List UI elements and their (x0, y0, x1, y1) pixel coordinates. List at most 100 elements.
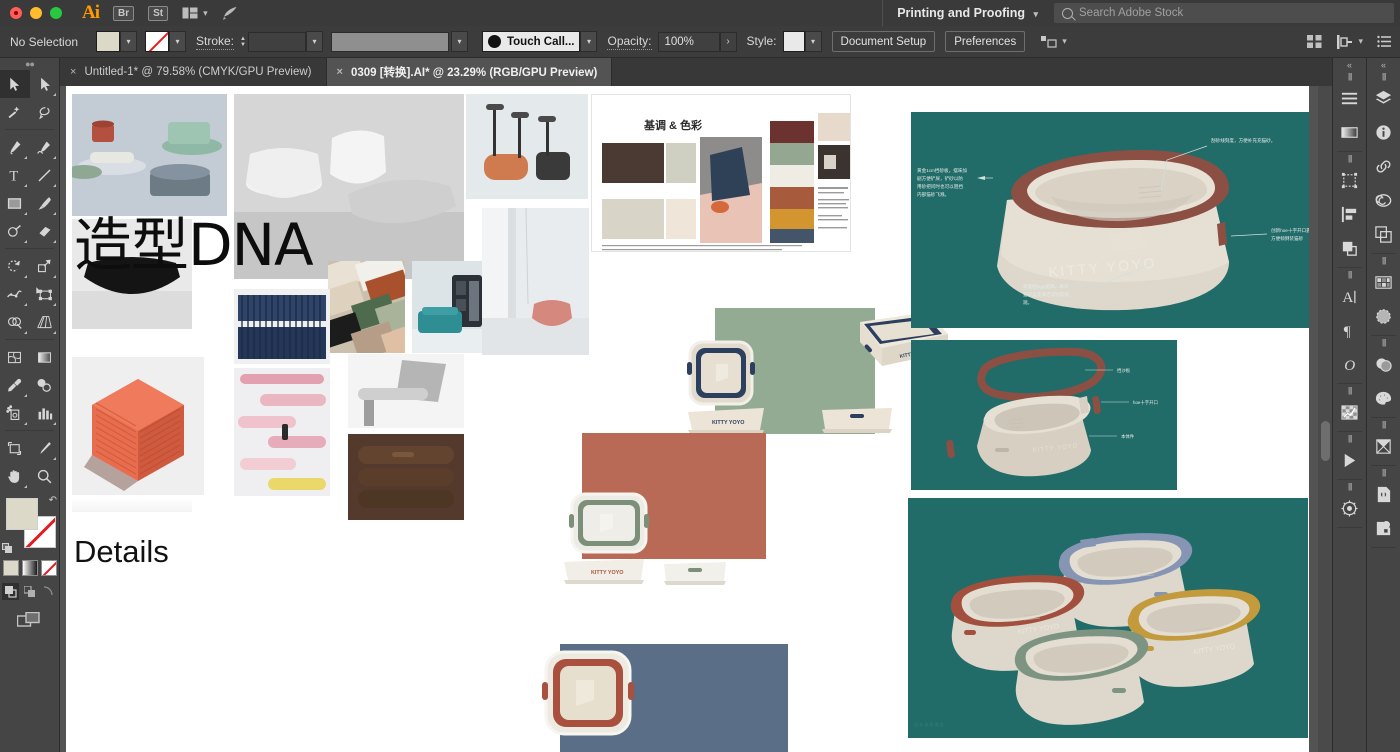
separations-preview-icon[interactable] (1367, 429, 1400, 463)
panel-group-grip[interactable]: |||||| (1367, 468, 1400, 477)
moodboard-image-leather-detail[interactable] (348, 434, 464, 520)
stroke-stepper[interactable]: ▲▼ (240, 36, 246, 48)
tab-0309[interactable]: × 0309 [转换].AI* @ 23.29% (RGB/GPU Previe… (327, 58, 613, 86)
style-dropdown-icon[interactable]: ▾ (805, 31, 822, 52)
mesh-tool[interactable] (0, 343, 30, 371)
more-options-icon[interactable] (1377, 35, 1392, 48)
workspace-switcher[interactable]: Printing and Proofing ▾ (882, 0, 1044, 27)
variable-width-profile[interactable] (331, 32, 449, 52)
tab-untitled-1[interactable]: × Untitled-1* @ 79.58% (CMYK/GPU Preview… (60, 58, 327, 86)
line-segment-tool[interactable] (30, 161, 60, 189)
width-profile-dropdown-icon[interactable]: ▾ (451, 31, 468, 52)
shape-builder-tool[interactable] (0, 308, 30, 336)
panel-group-grip[interactable]: |||||| (1367, 256, 1400, 265)
gradient-tool[interactable] (30, 343, 60, 371)
links-icon[interactable] (1367, 149, 1400, 183)
perspective-grid-tool[interactable] (30, 308, 60, 336)
colorway-slate-products[interactable]: KITTY YOYO (536, 634, 806, 752)
minimize-window-button[interactable] (30, 7, 42, 19)
glyphs-icon[interactable]: O (1333, 347, 1366, 381)
discover-icon[interactable] (222, 6, 239, 21)
window-controls[interactable] (0, 7, 62, 19)
collapse-panels-icon[interactable]: « (1333, 58, 1366, 72)
libraries-icon[interactable] (1367, 183, 1400, 217)
brush-definition-control[interactable]: Touch Call... (482, 31, 581, 52)
preferences-button[interactable]: Preferences (945, 31, 1025, 52)
stroke-weight-input[interactable] (248, 32, 306, 52)
layers-icon[interactable] (1367, 81, 1400, 115)
scale-tool[interactable] (30, 252, 60, 280)
magic-wand-tool[interactable] (0, 98, 30, 126)
moodboard-image-furniture-set[interactable] (466, 94, 588, 199)
eraser-tool[interactable] (30, 217, 60, 245)
document-info-icon[interactable] (1367, 477, 1400, 511)
eyedropper-tool[interactable] (0, 371, 30, 399)
character-icon[interactable]: A (1333, 279, 1366, 313)
swatches-icon[interactable] (1367, 265, 1400, 299)
panel-group-grip[interactable]: |||||| (1333, 386, 1366, 395)
panel-group-grip[interactable]: |||||| (1333, 434, 1366, 443)
moodboard-image-teal-caddy[interactable] (412, 261, 490, 353)
brush-dropdown-icon[interactable]: ▾ (580, 31, 597, 52)
panel-group-grip[interactable]: |||||| (1333, 482, 1366, 491)
colorway-terracotta-products[interactable]: KITTY YOYO (558, 426, 778, 586)
transform-icon[interactable] (1333, 163, 1366, 197)
canvas-vertical-scrollbar[interactable] (1318, 86, 1332, 752)
moodboard-image-white-plain[interactable] (72, 500, 192, 512)
moodboard-color-reference-page[interactable]: 基调 & 色彩 (591, 94, 851, 252)
stroke-swatch-none[interactable] (145, 31, 169, 52)
scrollbar-thumb[interactable] (1321, 421, 1330, 461)
navigator-icon[interactable] (1333, 491, 1366, 525)
arrange-icon[interactable] (1041, 35, 1057, 49)
moodboard-image-stacked-vessels[interactable] (72, 94, 227, 216)
pen-tool[interactable] (0, 133, 30, 161)
free-transform-tool[interactable] (30, 280, 60, 308)
toolbar-drag-handle[interactable]: ●● (0, 58, 59, 70)
stroke-weight-dropdown-icon[interactable]: ▾ (306, 31, 323, 52)
align-icon[interactable] (1307, 35, 1322, 48)
panel-group-grip[interactable]: |||||| (1333, 154, 1366, 163)
details-cube-image[interactable] (72, 357, 204, 495)
collapse-panels-icon[interactable]: « (1367, 58, 1400, 72)
symbol-sprayer-tool[interactable] (0, 399, 30, 427)
direct-selection-tool[interactable] (30, 70, 60, 98)
swap-fill-stroke-icon[interactable]: ↶ (49, 495, 57, 506)
zoom-tool[interactable] (30, 462, 60, 490)
opacity-input[interactable]: 100% (658, 32, 720, 52)
slice-tool[interactable] (30, 434, 60, 462)
curvature-tool[interactable] (30, 133, 60, 161)
stroke-color-control[interactable]: ▾ (145, 31, 186, 52)
brushes-icon[interactable] (1367, 299, 1400, 333)
moodboard-image-navy-ribbed[interactable] (234, 289, 330, 364)
fill-dropdown-icon[interactable]: ▾ (120, 31, 137, 52)
appearance-icon[interactable] (1367, 347, 1400, 381)
paintbrush-tool[interactable] (30, 189, 60, 217)
artboards-icon[interactable] (1367, 217, 1400, 251)
moodboard-image-pastel-shelves[interactable] (234, 368, 330, 496)
close-icon[interactable]: × (337, 66, 343, 78)
column-graph-tool[interactable] (30, 399, 60, 427)
moodboard-image-pink-bowl-interior[interactable] (482, 208, 589, 355)
moodboard-image-colored-trays[interactable] (328, 261, 405, 353)
opacity-options-icon[interactable]: › (720, 32, 737, 52)
panel-group-grip[interactable]: |||||| (1367, 72, 1400, 81)
close-window-button[interactable] (10, 7, 22, 19)
gradient-swatch-button[interactable] (22, 560, 38, 576)
product-colorways-panel[interactable]: KITT KITTY YOYO (908, 498, 1308, 738)
hand-tool[interactable] (0, 462, 30, 490)
default-fill-stroke-icon[interactable] (2, 543, 13, 554)
fill-color-swatch[interactable] (6, 498, 38, 530)
type-tool[interactable]: T (0, 161, 30, 189)
rotate-tool[interactable] (0, 252, 30, 280)
width-tool[interactable] (0, 280, 30, 308)
shaper-tool[interactable] (0, 217, 30, 245)
rectangle-tool[interactable] (0, 189, 30, 217)
search-input[interactable]: Search Adobe Stock (1054, 3, 1394, 23)
change-screen-mode-icon[interactable] (0, 612, 59, 630)
selection-tool[interactable] (0, 70, 30, 98)
bridge-icon[interactable]: Br (113, 6, 134, 21)
stroke-dropdown-icon[interactable]: ▾ (169, 31, 186, 52)
fill-control[interactable]: ▾ (96, 31, 137, 52)
align-icon[interactable] (1333, 197, 1366, 231)
panel-group-grip[interactable]: |||||| (1333, 72, 1366, 81)
